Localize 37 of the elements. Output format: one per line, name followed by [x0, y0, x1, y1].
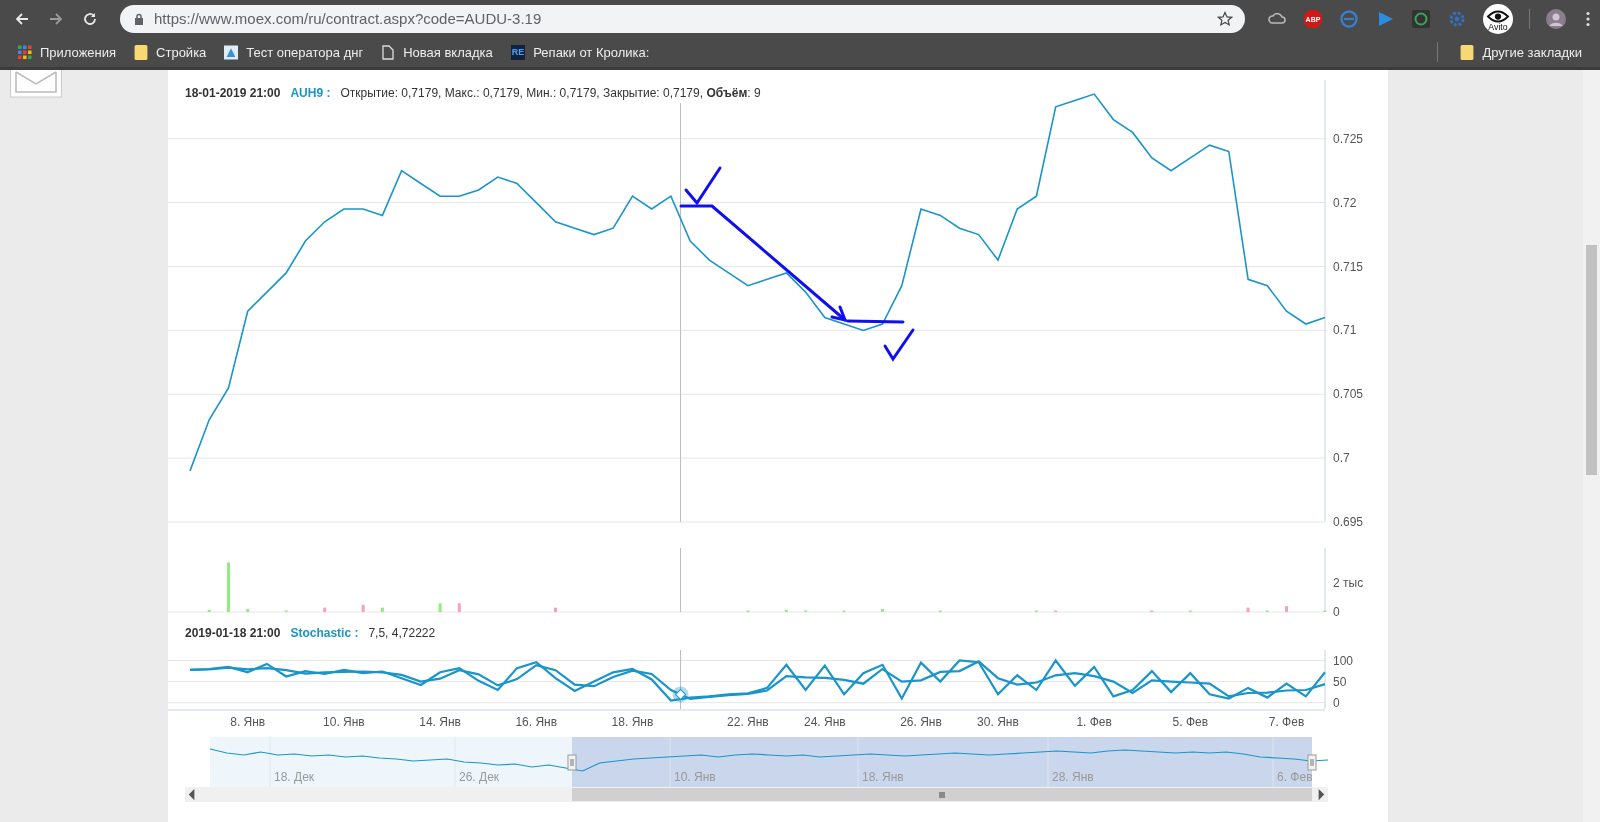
- axis-label: 50: [1333, 674, 1347, 689]
- axis-label: 0: [1333, 605, 1340, 618]
- axis-label: 28. Янв: [1052, 770, 1094, 784]
- axis-label: 10. Янв: [323, 715, 365, 729]
- axis-label: 24. Янв: [804, 715, 846, 729]
- price-details: Открытие: 0,7179, Макс.: 0,7179, Мин.: 0,7179, Закрытие: 0,7179, Объём: 9: [340, 86, 761, 100]
- axis-label: 18. Янв: [611, 715, 654, 729]
- axis-label: 8. Янв: [230, 715, 266, 729]
- axis-label: 0.725: [1333, 131, 1364, 146]
- axis-label: 0.705: [1333, 387, 1364, 402]
- axis-label: 0.71: [1333, 323, 1357, 338]
- axis-label: 5. Фев: [1172, 715, 1209, 729]
- axis-label: 0: [1333, 695, 1340, 710]
- axis-label: 14. Янв: [419, 715, 461, 729]
- date-label: 2019-01-18 21:00: [185, 626, 281, 640]
- axis-label: 7. Фев: [1268, 715, 1305, 729]
- axis-label: 2 тыс: [1333, 575, 1364, 590]
- date-label: 18-01-2019 21:00: [185, 86, 281, 100]
- axis-label: 0.7: [1333, 451, 1350, 466]
- axis-label: 18. Янв: [862, 770, 904, 784]
- axis-label: 1. Фев: [1076, 715, 1112, 729]
- axis-label: 10. Янв: [674, 770, 716, 784]
- axis-label: 0.72: [1333, 195, 1357, 210]
- indicator-values: 7,5, 4,72222: [368, 626, 436, 640]
- symbol-label: AUH9 :: [290, 86, 331, 100]
- indicator-label: Stochastic :: [290, 626, 359, 640]
- logo-icon: RE: [510, 44, 526, 60]
- axis-label: 18. Дек: [274, 770, 315, 784]
- axis-label: 0.695: [1333, 515, 1364, 529]
- axis-label: 26. Дек: [459, 770, 500, 784]
- axis-label: 26. Янв: [900, 715, 942, 729]
- axis-label: 0.715: [1333, 259, 1364, 274]
- axis-label: 100: [1333, 653, 1354, 668]
- axis-label: 16. Янв: [515, 715, 558, 729]
- axis-label: 22. Янв: [727, 715, 769, 729]
- axis-label: 30. Янв: [977, 715, 1019, 729]
- axis-label: 6. Фев: [1277, 770, 1313, 784]
